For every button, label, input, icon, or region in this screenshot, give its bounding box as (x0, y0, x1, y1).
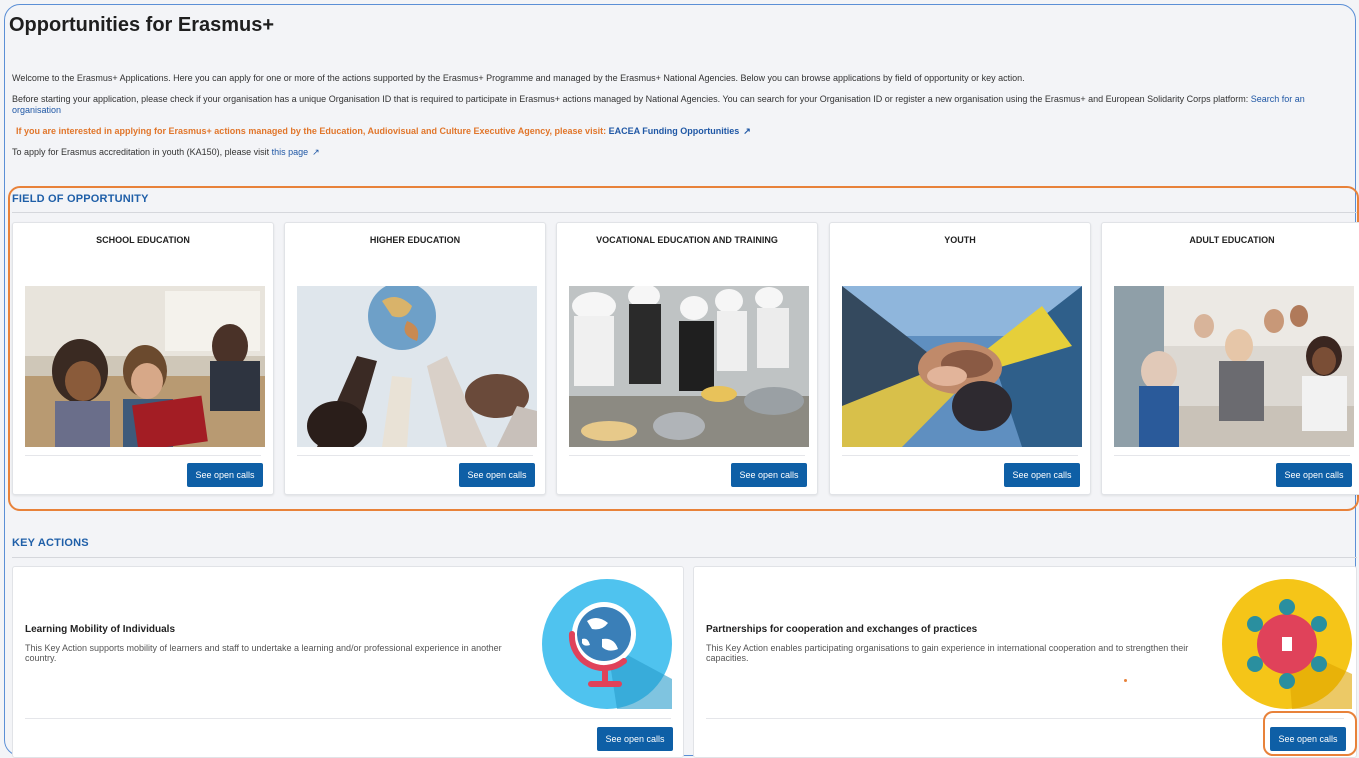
higher-education-photo (297, 286, 537, 447)
accreditation-page-link[interactable]: this page (272, 147, 309, 157)
card-title: HIGHER EDUCATION (369, 235, 461, 245)
cursor-marker (1124, 679, 1127, 682)
card-title: SCHOOL EDUCATION (96, 235, 190, 245)
welcome-text: Welcome to the Erasmus+ Applications. He… (12, 73, 1352, 84)
organisation-id-text: Before starting your application, please… (12, 94, 1352, 116)
welcome-paragraph: Welcome to the Erasmus+ Applications. He… (12, 73, 1025, 83)
accreditation-text: To apply for Erasmus accreditation in yo… (12, 147, 1352, 158)
external-link-icon: ↗ (312, 147, 320, 157)
key-action-partnerships: Partnerships for cooperation and exchang… (693, 566, 1357, 758)
see-open-calls-button[interactable]: See open calls (1270, 727, 1346, 751)
see-open-calls-button[interactable]: See open calls (459, 463, 535, 487)
card-divider (1114, 455, 1350, 456)
vocational-education-photo (569, 286, 809, 447)
eacea-notice: If you are interested in applying for Er… (16, 126, 1356, 137)
key-action-description: This Key Action supports mobility of lea… (25, 643, 502, 663)
card-divider (25, 718, 671, 719)
external-link-icon: ↗ (743, 126, 751, 136)
key-actions-title: KEY ACTIONS (12, 537, 89, 549)
card-school-education: SCHOOL EDUCATION See open calls (12, 222, 274, 495)
card-title: ADULT EDUCATION (1189, 235, 1275, 245)
card-title: YOUTH (944, 235, 976, 245)
adult-education-photo (1114, 286, 1354, 447)
key-action-title: Partnerships for cooperation and exchang… (706, 624, 978, 635)
key-action-learning-mobility: Learning Mobility of Individuals This Ke… (12, 566, 684, 758)
globe-icon (542, 579, 672, 709)
page-title: Opportunities for Erasmus+ (9, 14, 275, 36)
key-action-title: Learning Mobility of Individuals (25, 624, 176, 635)
card-divider (842, 455, 1078, 456)
see-open-calls-button[interactable]: See open calls (1276, 463, 1352, 487)
card-youth: YOUTH See open calls (829, 222, 1091, 495)
accreditation-paragraph: To apply for Erasmus accreditation in yo… (12, 147, 272, 157)
card-vocational-education: VOCATIONAL EDUCATION AND TRAINING See op… (556, 222, 818, 495)
see-open-calls-button[interactable]: See open calls (1004, 463, 1080, 487)
card-higher-education: HIGHER EDUCATION See open calls (284, 222, 546, 495)
card-divider (706, 718, 1344, 719)
organisation-id-paragraph: Before starting your application, please… (12, 94, 1251, 104)
see-open-calls-button[interactable]: See open calls (187, 463, 263, 487)
key-action-description: This Key Action enables participating or… (706, 643, 1189, 663)
youth-photo (842, 286, 1082, 447)
card-divider (25, 455, 261, 456)
section-divider (12, 557, 1357, 558)
card-divider (297, 455, 533, 456)
field-of-opportunity-title: FIELD OF OPPORTUNITY (12, 193, 149, 205)
card-adult-education: ADULT EDUCATION See open calls (1101, 222, 1359, 495)
people-network-icon (1222, 579, 1352, 709)
card-title: VOCATIONAL EDUCATION AND TRAINING (596, 235, 778, 245)
eacea-funding-link[interactable]: EACEA Funding Opportunities (609, 126, 740, 136)
see-open-calls-button[interactable]: See open calls (731, 463, 807, 487)
school-education-photo (25, 286, 265, 447)
card-divider (569, 455, 805, 456)
eacea-notice-text: If you are interested in applying for Er… (16, 126, 609, 136)
see-open-calls-button[interactable]: See open calls (597, 727, 673, 751)
section-divider (12, 212, 1357, 213)
